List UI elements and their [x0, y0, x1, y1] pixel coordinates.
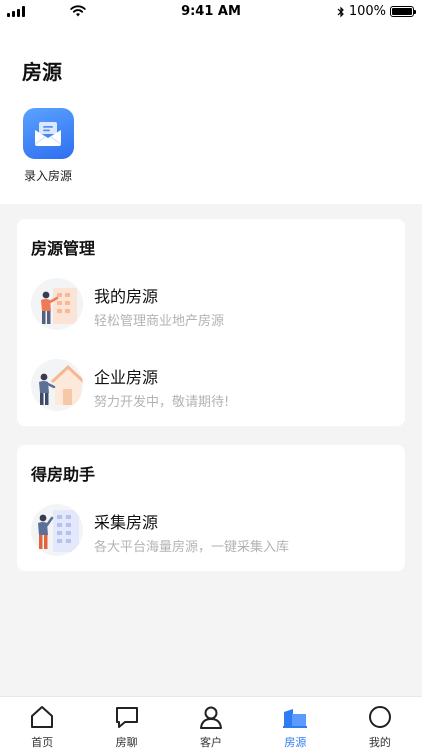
tab-label: 客户 [200, 736, 223, 749]
list-item-subtitle: 努力开发中，敬请期待! [94, 395, 230, 410]
battery-percent: 100% [348, 4, 386, 19]
home-icon [31, 706, 54, 728]
person-house-illustration [31, 359, 83, 411]
list-item-collect-listings[interactable]: 采集房源 各大平台海量房源，一键采集入库 [31, 504, 391, 560]
tab-me[interactable]: 我的 [338, 697, 422, 750]
section-assistant: 得房助手 采集房源 各大平台海量房源，一键采集入库 [17, 445, 405, 571]
mail-icon [22, 108, 74, 159]
building-icon [283, 709, 308, 728]
tab-home[interactable]: 首页 [0, 697, 84, 750]
section-title: 得房助手 [31, 465, 96, 484]
tab-listings[interactable]: 房源 [253, 697, 337, 750]
tab-customers[interactable]: 客户 [169, 697, 253, 750]
status-bar: 9:41 AM 100% [0, 0, 422, 24]
list-item-subtitle: 各大平台海量房源，一键采集入库 [94, 540, 290, 555]
tab-bar: 首页 房聊 客户 房源 我的 [0, 696, 422, 750]
section-listing-management: 房源管理 我的房源 轻松管理商业地产房源 企业房源 努力开发中，敬请期待! [17, 219, 405, 426]
user-icon [200, 706, 223, 729]
bluetooth-icon [337, 6, 344, 17]
shortcut-add-listing[interactable]: 录入房源 [20, 108, 76, 184]
list-item-title: 企业房源 [94, 368, 159, 387]
shortcut-label: 录入房源 [23, 169, 72, 183]
tab-label: 房源 [284, 736, 307, 749]
person-building-illustration [31, 278, 83, 330]
chat-icon [115, 707, 138, 728]
list-item-my-listings[interactable]: 我的房源 轻松管理商业地产房源 [31, 278, 391, 334]
list-item-subtitle: 轻松管理商业地产房源 [94, 314, 225, 329]
list-item-enterprise-listings[interactable]: 企业房源 努力开发中，敬请期待! [31, 359, 391, 415]
battery-icon [390, 6, 416, 17]
list-item-title: 采集房源 [94, 513, 159, 532]
circle-icon [368, 706, 391, 728]
tab-label: 我的 [368, 736, 391, 749]
section-title: 房源管理 [31, 239, 96, 258]
header-area: 房源 录入房源 [0, 24, 422, 204]
tab-chat[interactable]: 房聊 [84, 697, 168, 750]
tab-label: 首页 [31, 736, 54, 749]
page-title: 房源 [22, 60, 62, 84]
list-item-title: 我的房源 [94, 287, 159, 306]
tab-label: 房聊 [115, 736, 138, 749]
person-collect-illustration [31, 504, 83, 556]
